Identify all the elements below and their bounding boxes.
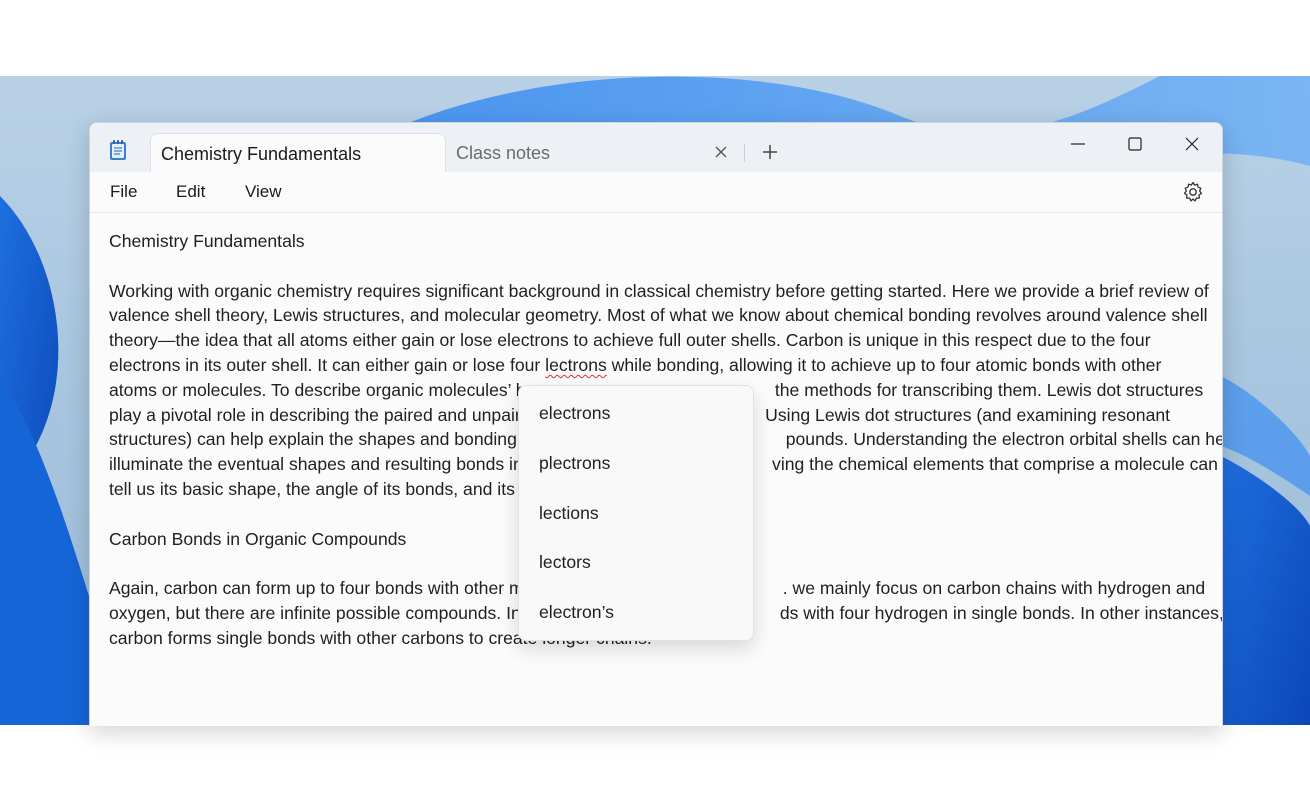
menu-bar: File Edit View [90, 172, 1222, 213]
tab-label: Class notes [456, 143, 551, 163]
paragraph-line: valence shell theory, Lewis structures, … [109, 305, 1208, 326]
paragraph-line: theory—the idea that all atoms either ga… [109, 330, 1151, 351]
suggestion-item[interactable]: electrons [539, 403, 610, 424]
minimize-icon [1071, 143, 1085, 145]
suggestion-item[interactable]: electron’s [539, 602, 614, 623]
minimize-button[interactable] [1056, 129, 1100, 159]
tab-class-notes[interactable]: Class notes [446, 133, 746, 172]
spelling-suggestions-menu: electrons plectrons lections lectors ele… [518, 385, 754, 641]
tab-separator [744, 144, 745, 162]
text-segment: electrons in its outer shell. It can eit… [109, 354, 546, 375]
suggestion-item[interactable]: lectors [539, 552, 591, 573]
close-button[interactable] [1170, 129, 1214, 159]
plus-icon[interactable] [758, 140, 782, 164]
suggestion-item[interactable]: lections [539, 503, 599, 524]
close-icon[interactable] [710, 141, 732, 163]
tab-label: Chemistry Fundamentals [161, 144, 362, 164]
suggestion-item[interactable]: plectrons [539, 453, 610, 474]
close-icon [1185, 137, 1199, 151]
maximize-icon [1128, 137, 1142, 151]
notepad-icon [108, 139, 128, 161]
menu-file[interactable]: File [110, 182, 137, 202]
misspelled-word[interactable]: lectrons [545, 355, 607, 375]
gear-icon[interactable] [1181, 180, 1205, 204]
title-bar[interactable]: Chemistry Fundamentals Class notes [90, 123, 1222, 172]
maximize-button[interactable] [1113, 129, 1157, 159]
paragraph-line: Working with organic chemistry requires … [109, 280, 1209, 301]
menu-edit[interactable]: Edit [176, 182, 205, 202]
menu-view[interactable]: View [245, 182, 282, 202]
document-heading: Chemistry Fundamentals [109, 231, 305, 251]
tab-chemistry-fundamentals[interactable]: Chemistry Fundamentals [150, 133, 446, 172]
text-segment: while bonding, allowing it to achieve up… [606, 354, 1162, 375]
paragraph-line: electrons in its outer shell. It can eit… [109, 353, 1209, 378]
